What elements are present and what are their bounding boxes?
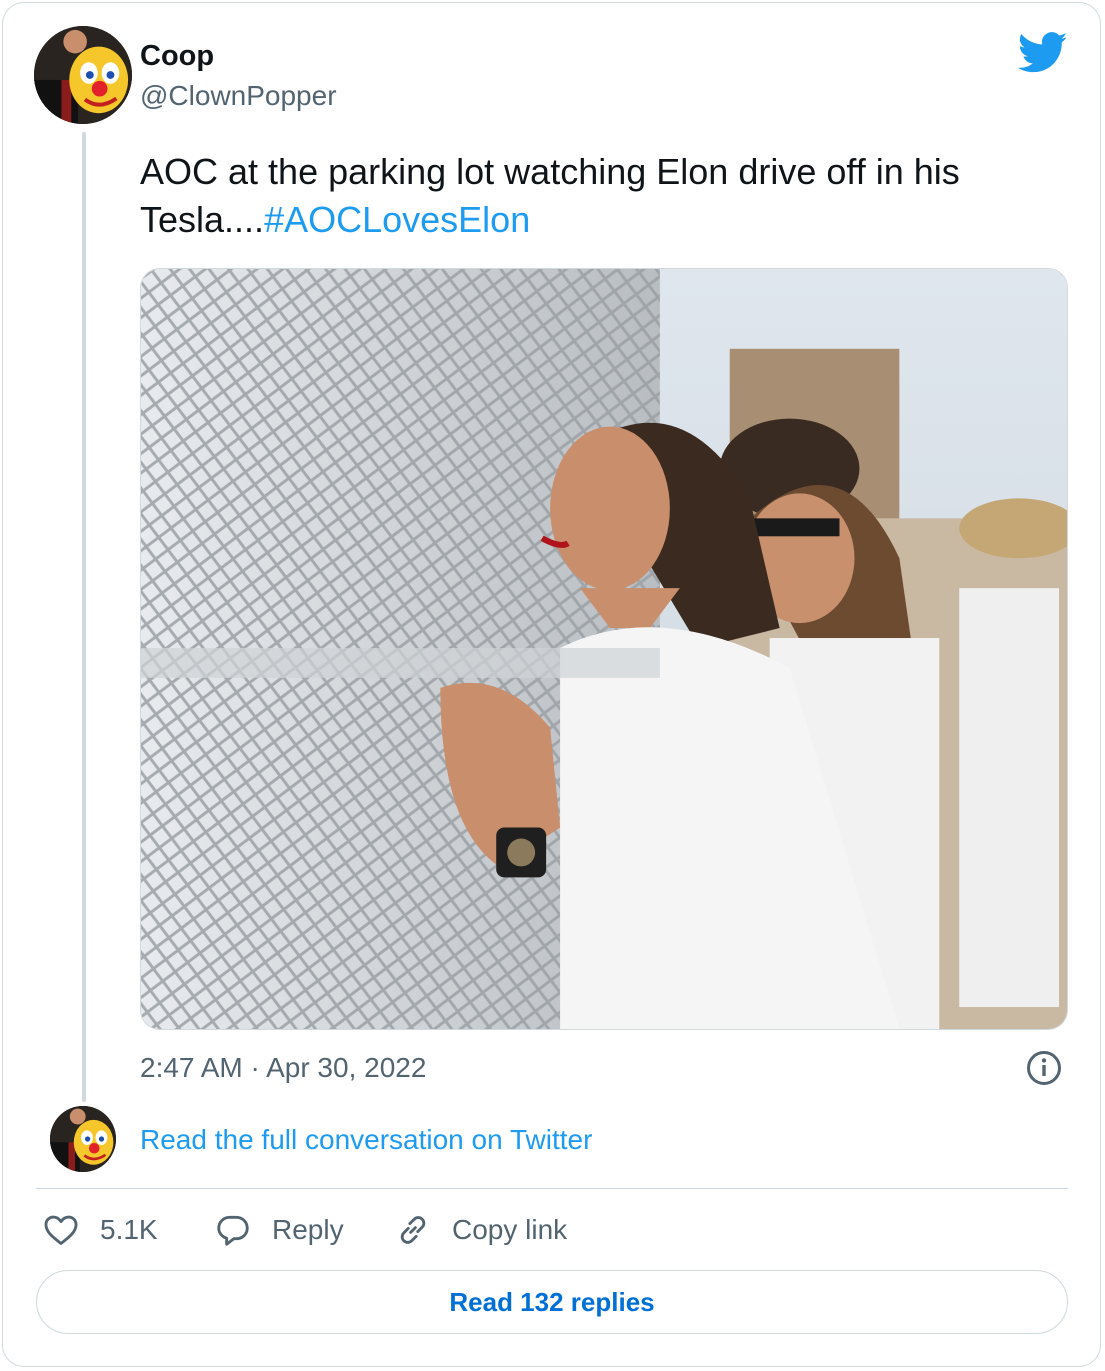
divider <box>36 1188 1068 1189</box>
like-button[interactable]: 5.1K <box>42 1208 158 1252</box>
author-avatar[interactable] <box>34 26 132 124</box>
copy-link-button[interactable]: Copy link <box>394 1208 567 1252</box>
tweet-timestamp[interactable]: 2:47 AM · Apr 30, 2022 <box>140 1050 426 1086</box>
like-count: 5.1K <box>100 1214 158 1245</box>
hashtag-link[interactable]: #AOCLovesElon <box>264 199 530 240</box>
author-name[interactable]: Coop <box>140 38 214 74</box>
thread-connector-line <box>82 132 86 1102</box>
clown-avatar-image <box>50 1106 116 1172</box>
author-avatar-small[interactable] <box>50 1106 116 1172</box>
tweet-body-text: AOC at the parking lot watching Elon dri… <box>140 151 960 240</box>
photo-woman-at-fence <box>141 269 1067 1029</box>
author-handle[interactable]: @ClownPopper <box>140 78 337 114</box>
tweet-photo[interactable] <box>140 268 1068 1030</box>
twitter-bird-icon[interactable] <box>1017 32 1068 74</box>
read-full-conversation-link[interactable]: Read the full conversation on Twitter <box>140 1122 592 1158</box>
reply-label: Reply <box>272 1214 344 1245</box>
copy-link-label: Copy link <box>452 1214 568 1245</box>
speech-bubble-icon <box>217 1215 249 1246</box>
read-replies-button[interactable]: Read 132 replies <box>36 1270 1068 1334</box>
link-icon <box>400 1216 426 1244</box>
clown-avatar-image <box>34 26 132 124</box>
reply-button[interactable]: Reply <box>214 1208 344 1252</box>
heart-icon <box>44 1215 78 1245</box>
info-icon[interactable] <box>1026 1050 1062 1086</box>
tweet-text: AOC at the parking lot watching Elon dri… <box>140 148 1070 244</box>
